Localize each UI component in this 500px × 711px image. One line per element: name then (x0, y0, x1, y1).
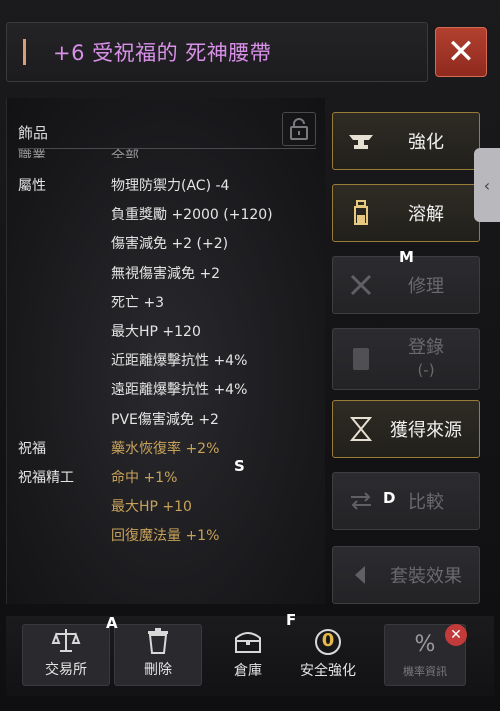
safe-enhance-button[interactable]: 0 安全強化 (288, 624, 368, 686)
class-value: 全部 (111, 149, 139, 158)
set-effect-label: 套裝效果 (390, 566, 462, 587)
stat-row-value: 最大HP +10 (111, 499, 192, 515)
stat-row-value: PVE傷害減免 +2 (111, 412, 219, 428)
percent-icon: % (414, 632, 436, 657)
stat-row-value: 回復魔法量 +1% (111, 528, 220, 544)
close-icon: ✕ (446, 32, 476, 72)
marker-f: F (286, 611, 297, 629)
item-category: 飾品 (18, 124, 49, 142)
probability-info-label: 機率資訊 (403, 665, 447, 678)
enhance-button[interactable]: 強化 (332, 112, 480, 170)
repair-label: 修理 (408, 276, 444, 297)
marker-d: D (383, 489, 396, 507)
stat-row-value: 近距離爆擊抗性 +4% (111, 353, 248, 369)
stat-row-value: 負重獎勵 +2000 (+120) (111, 207, 273, 223)
item-title: +6 受祝福的 死神腰帶 (53, 41, 272, 65)
stat-row-value: 死亡 +3 (111, 295, 165, 311)
warehouse-label: 倉庫 (234, 663, 262, 679)
stat-row-label: 屬性 (18, 178, 46, 194)
exchange-button[interactable]: 交易所 (22, 624, 110, 686)
chevron-left-icon: ‹ (483, 175, 491, 195)
marker-s: S (234, 457, 245, 475)
class-label: 職業 (18, 149, 46, 158)
delete-label: 刪除 (144, 662, 172, 678)
enhance-label: 強化 (408, 132, 444, 153)
warehouse-button[interactable]: 倉庫 (212, 624, 284, 686)
stat-row-value: 無視傷害減免 +2 (111, 266, 221, 282)
stat-row-value: 遠距離爆擊抗性 +4% (111, 382, 248, 398)
dissolve-label: 溶解 (408, 204, 444, 225)
stat-row-value: 最大HP +120 (111, 324, 201, 340)
register-label: 登錄 (408, 337, 444, 358)
category-divider (18, 148, 316, 149)
compare-button[interactable]: 比較 (332, 472, 480, 530)
title-bar: +6 受祝福的 死神腰帶 (6, 22, 428, 82)
stat-row-label: 祝福精工 (18, 470, 74, 486)
close-button[interactable]: ✕ (435, 27, 487, 77)
trash-icon (148, 628, 168, 654)
source-button[interactable]: 獲得來源 (332, 400, 480, 458)
marker-a: A (106, 614, 118, 632)
side-expand-tab[interactable]: ‹ (474, 148, 500, 222)
stat-row-value: 物理防禦力(AC) -4 (111, 178, 230, 194)
stat-row-value: 命中 +1% (111, 470, 178, 486)
scales-icon (51, 629, 81, 652)
register-button[interactable]: 登錄 (-) (332, 328, 480, 390)
chest-icon (235, 632, 261, 653)
safe-enhance-badge: 0 (321, 630, 335, 651)
stat-row-label: 祝福 (18, 441, 46, 457)
safe-enhance-icon: 0 (312, 626, 344, 658)
compare-label: 比較 (408, 492, 444, 513)
stat-row-value: 藥水恢復率 +2% (111, 441, 220, 457)
set-effect-button[interactable]: 套裝效果 (332, 546, 480, 604)
register-count: (-) (417, 361, 435, 379)
delete-button[interactable]: 刪除 (114, 624, 202, 686)
stat-row-value: 傷害減免 +2 (+2) (111, 236, 229, 252)
marker-m: M (399, 248, 414, 266)
lock-icon[interactable] (282, 112, 316, 146)
source-label: 獲得來源 (390, 420, 462, 441)
close-circle-icon[interactable]: ✕ (445, 624, 467, 646)
dissolve-button[interactable]: 溶解 (332, 184, 480, 242)
title-accent (23, 39, 26, 65)
exchange-label: 交易所 (45, 662, 87, 678)
safe-enhance-label: 安全強化 (300, 663, 356, 679)
